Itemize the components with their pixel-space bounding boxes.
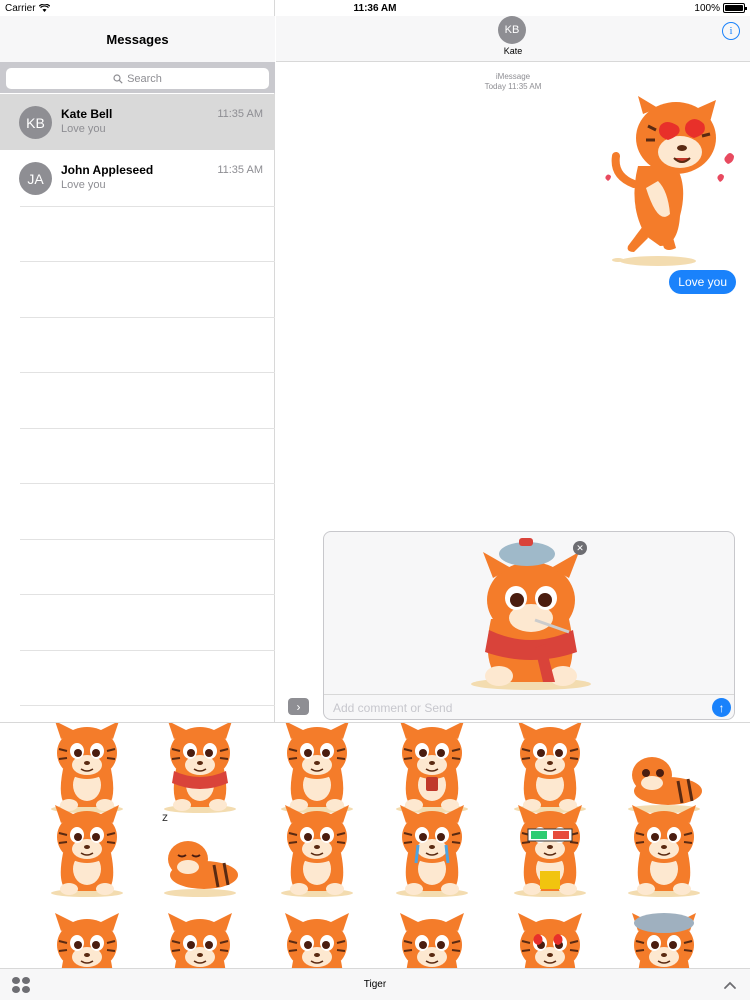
wifi-icon	[38, 4, 50, 12]
tiger-laughing-sticker[interactable]	[45, 803, 129, 899]
compose-box: ✕ Add comment or Send ↑	[323, 531, 735, 720]
tiger-lying-sticker[interactable]	[622, 722, 706, 815]
tiger-sick-sticker[interactable]	[158, 722, 242, 815]
close-icon[interactable]: ✕	[573, 541, 587, 555]
chat-header: KB Kate i	[276, 16, 750, 62]
app-drawer-bar: Tiger	[0, 968, 750, 1000]
tiger-snow-hat-sticker[interactable]	[622, 911, 706, 968]
row-divider	[20, 428, 275, 429]
battery-icon	[723, 3, 747, 13]
page-title: Messages	[106, 31, 169, 47]
battery-percentage: 100%	[694, 2, 720, 14]
tiger-thinking-sticker[interactable]	[275, 722, 359, 815]
row-divider	[20, 317, 275, 318]
conversation-time: 11:35 AM	[217, 108, 263, 120]
tiger-surprised-sticker[interactable]	[45, 911, 129, 968]
tiger-sleeping-sticker[interactable]: z	[158, 803, 242, 899]
tiger-grin-sticker[interactable]	[390, 911, 474, 968]
tiger-3d-glasses-sticker[interactable]	[508, 803, 592, 899]
tiger-smile-sticker[interactable]	[275, 911, 359, 968]
row-divider	[20, 372, 275, 373]
tiger-drinking-sticker[interactable]	[390, 722, 474, 815]
search-input[interactable]: Search	[6, 68, 269, 89]
service-label: iMessage	[495, 72, 531, 81]
row-divider	[20, 261, 275, 262]
tiger-love-sticker[interactable]	[598, 96, 743, 268]
chevron-up-icon[interactable]	[722, 977, 738, 993]
message-meta: iMessage Today 11:35 AM	[276, 72, 750, 92]
row-divider	[20, 539, 275, 540]
tiger-running-sticker[interactable]	[45, 722, 129, 815]
conversation-list-header: Messages	[0, 16, 275, 62]
tiger-in-love-sticker[interactable]	[508, 911, 592, 968]
conversation-row-kate-bell[interactable]: KB Kate Bell Love you 11:35 AM	[0, 94, 275, 150]
message-timestamp: Today 11:35 AM	[484, 82, 542, 91]
search-placeholder: Search	[127, 72, 162, 85]
comment-input[interactable]: Add comment or Send	[333, 701, 452, 715]
row-divider	[20, 594, 275, 595]
tiger-wink-sticker[interactable]	[158, 911, 242, 968]
arrow-up-icon[interactable]: ↑	[712, 698, 731, 717]
tiger-thumbs-up-sticker[interactable]	[508, 722, 592, 815]
row-divider	[20, 483, 275, 484]
svg-text:z: z	[162, 810, 168, 824]
row-divider	[20, 650, 275, 651]
tiger-pensive-sticker[interactable]	[622, 803, 706, 899]
conversation-preview: Love you	[61, 123, 106, 135]
compose-divider	[324, 694, 734, 695]
sent-message-bubble[interactable]: Love you	[669, 270, 736, 294]
conversation-list-panel: Messages Search KB Kate Bell Love you 11…	[0, 0, 275, 722]
tiger-sick-sticker	[471, 538, 591, 690]
row-divider	[20, 705, 275, 706]
conversation-time: 11:35 AM	[217, 164, 263, 176]
contact-avatar[interactable]: KB	[498, 16, 526, 44]
row-divider	[20, 206, 275, 207]
carrier-label: Carrier	[5, 2, 36, 14]
sticker-drawer: z	[0, 722, 750, 968]
search-icon	[113, 73, 123, 84]
conversation-row-john-appleseed[interactable]: JA John Appleseed Love you 11:35 AM	[0, 150, 275, 206]
conversation-name: John Appleseed	[61, 163, 154, 177]
conversation-preview: Love you	[61, 179, 106, 191]
messages-app: Carrier 11:36 AM 100% Messages Search KB…	[0, 0, 750, 1000]
avatar: JA	[19, 162, 52, 195]
conversation-name: Kate Bell	[61, 107, 113, 121]
info-icon[interactable]: i	[722, 22, 740, 40]
avatar: KB	[19, 106, 52, 139]
tiger-sad-sticker[interactable]	[275, 803, 359, 899]
chevron-right-icon[interactable]: ›	[288, 698, 309, 715]
tiger-crying-sticker[interactable]	[390, 803, 474, 899]
sticker-app-name: Tiger	[363, 979, 387, 990]
contact-name[interactable]: Kate	[276, 46, 750, 56]
search-bar: Search	[0, 62, 275, 93]
